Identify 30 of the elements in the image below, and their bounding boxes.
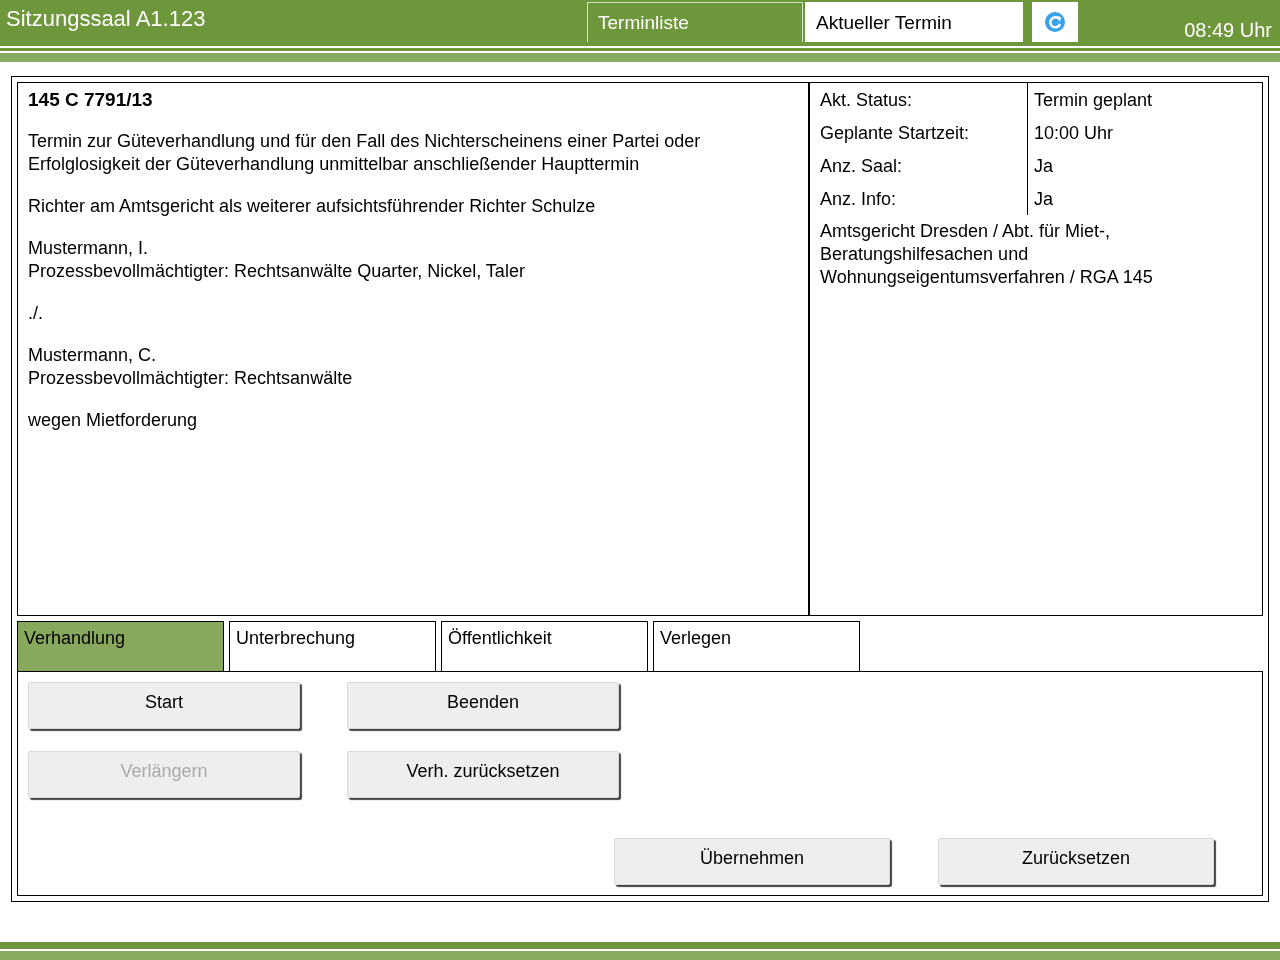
info-label: Geplante Startzeit: [810,116,1028,149]
action-button[interactable]: Verh. zurücksetzen [347,751,619,798]
info-label: Anz. Info: [810,182,1028,215]
info-value: Ja [1033,155,1054,178]
case-text: wegen Mietforderung [28,409,199,432]
clock-time: 08:49 Uhr [1184,19,1272,42]
case-text: Termin zur Güteverhandlung und für den Fall des Nichterscheinens einer Partei oder Erfolglosigkeit der Güteverhandlung unmittelbar anschließender Haupttermin [28,130,702,176]
info-label: Anz. Saal: [810,149,1028,182]
footer-button[interactable]: Zurücksetzen [938,838,1214,885]
room-title: Sitzungssaal A1.123 [5,5,207,33]
case-text: Richter am Amtsgericht als weiterer aufsichtsführender Richter Schulze [28,195,597,218]
court-text: Amtsgericht Dresden / Abt. für Miet-, Beratungshilfesachen und Wohnungseigentumsverfahren / RGA 145 [819,220,1154,289]
case-number: 145 C 7791/13 [28,89,154,111]
case-text: Prozessbevollmächtigter: Rechtsanwälte Quarter, Nickel, Taler [28,260,526,283]
info-value: Termin geplant [1033,89,1154,112]
case-text: Prozessbevollmächtigter: Rechtsanwälte [28,367,354,390]
nav-tab[interactable]: Aktueller Termin [805,2,1023,42]
info-label: Akt. Status: [810,83,1028,116]
action-tab[interactable]: Öffentlichkeit [441,621,648,671]
action-button[interactable]: Start [28,682,300,729]
case-text: Mustermann, C. [28,344,158,367]
action-tab[interactable]: Unterbrechung [229,621,436,671]
action-tab[interactable]: Verlegen [653,621,860,671]
info-value: 10:00 Uhr [1033,122,1115,145]
info-value: Ja [1033,188,1054,211]
case-text: Mustermann, I. [28,237,150,260]
footer-button[interactable]: Übernehmen [614,838,890,885]
case-text: ./. [28,302,44,325]
action-button[interactable]: Beenden [347,682,619,729]
action-tab[interactable]: Verhandlung [17,621,224,671]
